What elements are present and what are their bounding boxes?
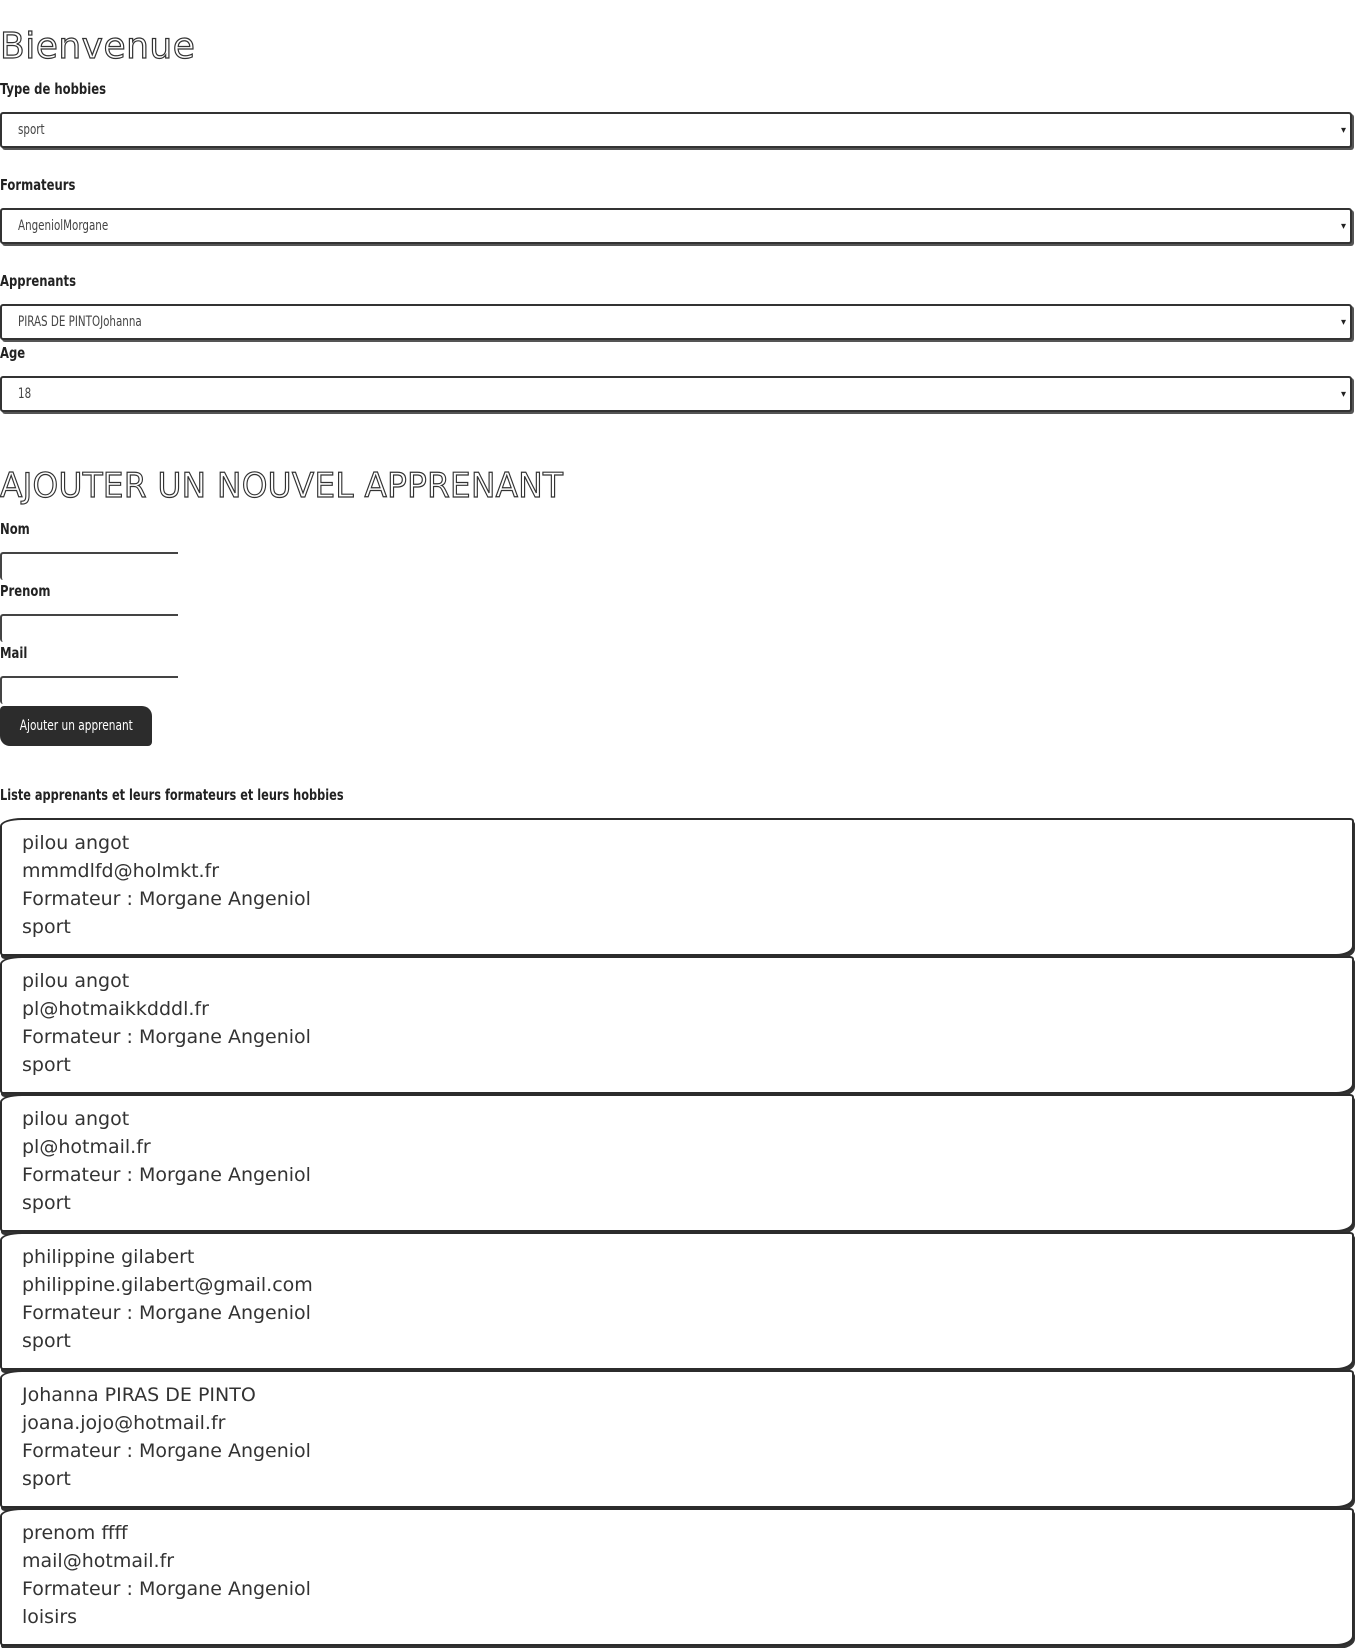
learner-name: Johanna PIRAS DE PINTO <box>22 1384 256 1406</box>
learner-name: philippine gilabert <box>22 1246 195 1268</box>
formateurs-label: Formateurs <box>0 176 76 194</box>
learner-email: joana.jojo@hotmail.fr <box>22 1412 226 1434</box>
formateurs-select[interactable]: AngeniolMorgane ▾ <box>0 208 1352 244</box>
nom-input[interactable] <box>0 552 178 580</box>
learner-hobby: loisirs <box>22 1606 78 1628</box>
chevron-down-icon: ▾ <box>1340 389 1346 400</box>
learner-hobby: sport <box>22 1054 71 1076</box>
nom-label: Nom <box>0 520 30 538</box>
learner-hobby: sport <box>22 1468 71 1490</box>
add-learner-title: AJOUTER UN NOUVEL APPRENANT <box>0 465 564 506</box>
learner-email: philippine.gilabert@gmail.com <box>22 1274 313 1296</box>
prenom-input[interactable] <box>0 614 178 642</box>
learner-hobby: sport <box>22 1330 71 1352</box>
add-learner-button-label: Ajouter un apprenant <box>19 718 133 734</box>
page-title: Bienvenue <box>0 25 196 67</box>
learner-name: pilou angot <box>22 832 130 854</box>
learner-formateur: Formateur : Morgane Angeniol <box>22 1302 311 1324</box>
chevron-down-icon: ▾ <box>1340 221 1346 232</box>
learner-email: pl@hotmail.fr <box>22 1136 151 1158</box>
add-learner-button[interactable]: Ajouter un apprenant <box>0 706 152 746</box>
learner-email: pl@hotmaikkdddl.fr <box>22 998 209 1020</box>
learner-card: pilou angot mmmdlfd@holmkt.fr Formateur … <box>0 818 1354 956</box>
apprenants-select-value: PIRAS DE PINTOJohanna <box>18 314 142 330</box>
learner-name: pilou angot <box>22 1108 130 1130</box>
learner-name: prenom ffff <box>22 1522 128 1544</box>
chevron-down-icon: ▾ <box>1340 125 1346 136</box>
learner-formateur: Formateur : Morgane Angeniol <box>22 1026 311 1048</box>
hobbies-label: Type de hobbies <box>0 80 107 98</box>
learner-formateur: Formateur : Morgane Angeniol <box>22 1578 311 1600</box>
learner-name: pilou angot <box>22 970 130 992</box>
learner-email: mmmdlfd@holmkt.fr <box>22 860 220 882</box>
chevron-down-icon: ▾ <box>1340 317 1346 328</box>
learner-card: Johanna PIRAS DE PINTO joana.jojo@hotmai… <box>0 1370 1354 1508</box>
hobbies-select[interactable]: sport ▾ <box>0 112 1352 148</box>
learner-card: pilou angot pl@hotmaikkdddl.fr Formateur… <box>0 956 1354 1094</box>
hobbies-select-value: sport <box>18 122 45 138</box>
prenom-label: Prenom <box>0 582 51 600</box>
learner-formateur: Formateur : Morgane Angeniol <box>22 1164 311 1186</box>
apprenants-select[interactable]: PIRAS DE PINTOJohanna ▾ <box>0 304 1352 340</box>
learner-card: philippine gilabert philippine.gilabert@… <box>0 1232 1354 1370</box>
learner-email: mail@hotmail.fr <box>22 1550 175 1572</box>
learner-hobby: sport <box>22 1192 71 1214</box>
learner-card: pilou angot pl@hotmail.fr Formateur : Mo… <box>0 1094 1354 1232</box>
mail-label: Mail <box>0 644 28 662</box>
learner-formateur: Formateur : Morgane Angeniol <box>22 888 311 910</box>
age-label: Age <box>0 344 26 362</box>
formateurs-select-value: AngeniolMorgane <box>18 218 109 234</box>
age-select-value: 18 <box>18 386 32 402</box>
learner-formateur: Formateur : Morgane Angeniol <box>22 1440 311 1462</box>
learner-hobby: sport <box>22 916 71 938</box>
age-select[interactable]: 18 ▾ <box>0 376 1352 412</box>
list-heading: Liste apprenants et leurs formateurs et … <box>0 786 344 804</box>
mail-input[interactable] <box>0 676 178 704</box>
apprenants-label: Apprenants <box>0 272 77 290</box>
learner-card: prenom ffff mail@hotmail.fr Formateur : … <box>0 1508 1354 1646</box>
